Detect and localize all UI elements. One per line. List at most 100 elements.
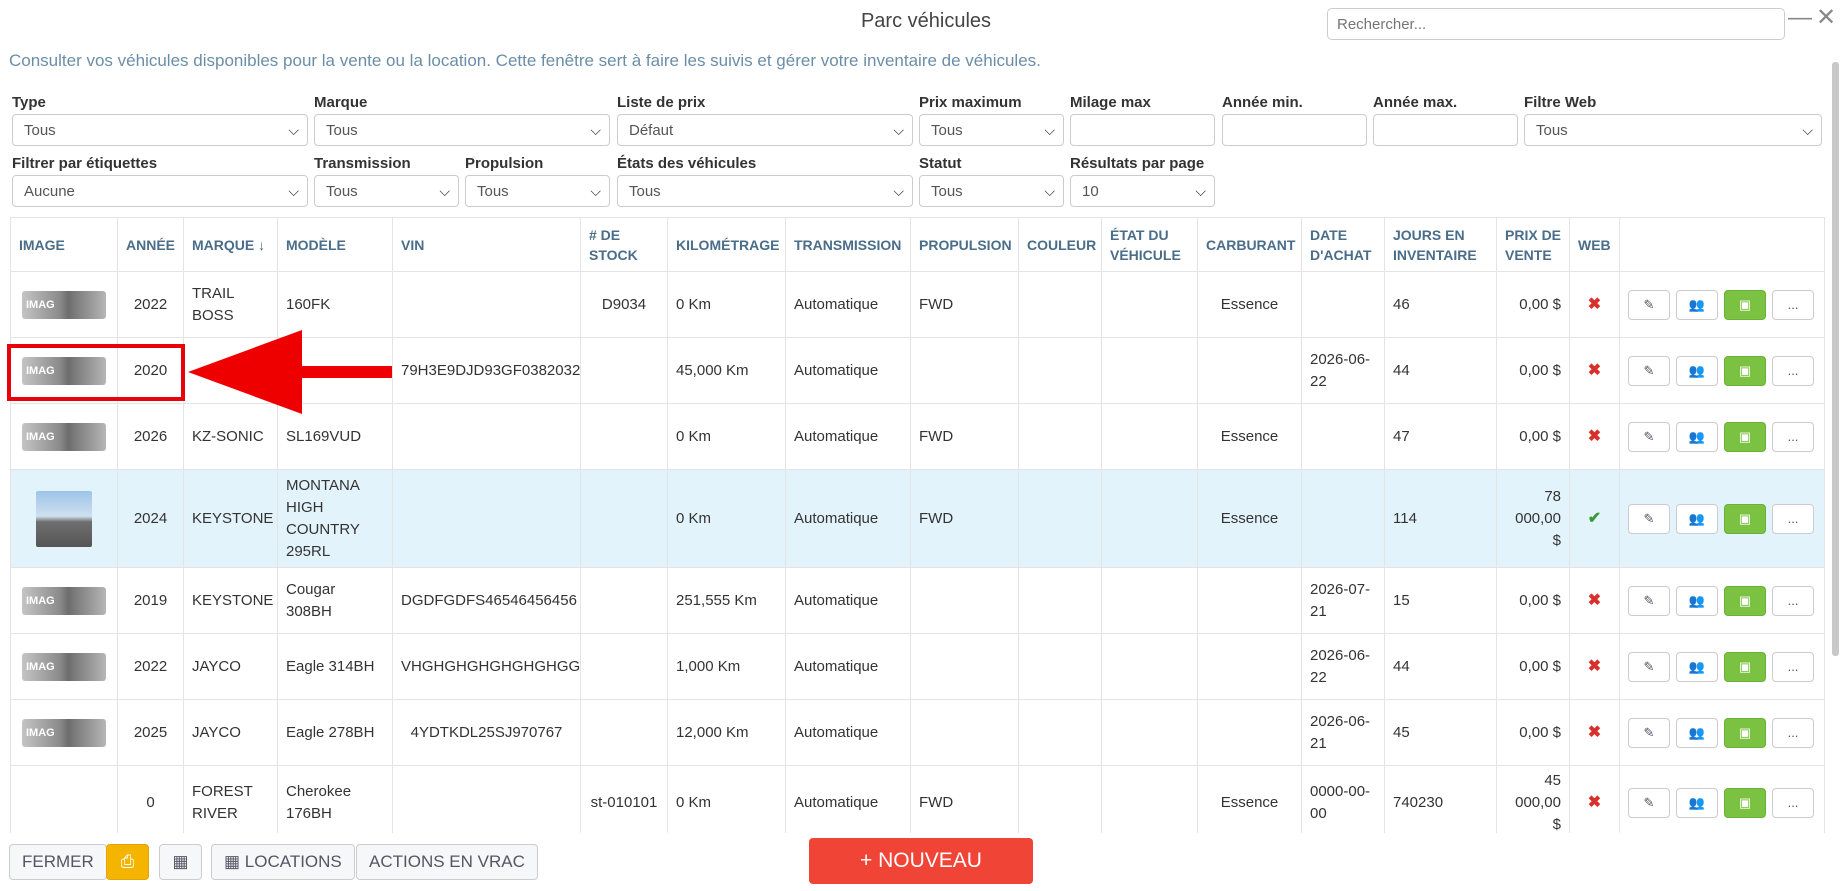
print-icon: ⎙ (120, 852, 135, 871)
table-row[interactable]: IMAG 2022 TRAIL BOSS 160FK D9034 0 Km Automati… (10, 271, 1825, 338)
edit-button[interactable]: ✎ (1628, 421, 1670, 452)
nouveau-button[interactable]: + NOUVEAU (809, 838, 1033, 884)
table-row[interactable]: IMAG 2025 JAYCO Eagle 278BH 4YDTKDL25SJ97076… (10, 699, 1825, 766)
cell-prix: 0,00 $ (1496, 699, 1570, 766)
cell-couleur (1018, 633, 1102, 700)
more-button[interactable]: ... (1772, 788, 1814, 818)
filter-transmission-select[interactable]: Tous ⌵ (314, 175, 459, 207)
edit-button[interactable]: ✎ (1628, 717, 1670, 748)
col-transmission[interactable]: TRANSMISSION (785, 217, 911, 272)
table-row[interactable]: IMAG 2022 JAYCO Eagle 314BH VHGHGHGHGHGHGHGG… (10, 633, 1825, 700)
col-km[interactable]: KILOMÉTRAGE (667, 217, 786, 272)
col-prix[interactable]: PRIX DE VENTE (1496, 217, 1570, 272)
customers-button[interactable]: 👥 (1676, 421, 1718, 452)
customers-button[interactable]: 👥 (1676, 788, 1718, 818)
money-button[interactable]: ▣ (1724, 717, 1766, 748)
filter-propulsion-select[interactable]: Tous ⌵ (465, 175, 610, 207)
col-couleur[interactable]: COULEUR (1018, 217, 1102, 272)
web-status-icon: ✖ (1569, 765, 1620, 833)
more-button[interactable]: ... (1772, 651, 1814, 682)
filter-type-select[interactable]: Tous ⌵ (12, 114, 308, 146)
vehicle-thumbnail[interactable]: IMAG (22, 652, 106, 681)
col-etat[interactable]: ÉTAT DU VÉHICULE (1101, 217, 1198, 272)
filter-liste-prix-select[interactable]: Défaut ⌵ (617, 114, 913, 146)
table-row[interactable]: 0 FOREST RIVER Cherokee 176BH st-010101 0 Km… (10, 765, 1825, 833)
minimize-icon[interactable]: — (1788, 6, 1812, 30)
filter-marque-select[interactable]: Tous ⌵ (314, 114, 610, 146)
cell-marque: KEYSTONE (183, 567, 278, 634)
image-cell[interactable]: IMAG (10, 567, 118, 634)
fermer-button[interactable]: FERMER (9, 844, 107, 880)
edit-button[interactable]: ✎ (1628, 503, 1670, 534)
col-annee[interactable]: ANNÉE (117, 217, 184, 272)
cell-modele: 160FK (277, 271, 393, 338)
filter-etiquettes-select[interactable]: Aucune ⌵ (12, 175, 308, 207)
more-button[interactable]: ... (1772, 585, 1814, 616)
filter-annee-min-input[interactable] (1222, 114, 1367, 146)
more-button[interactable]: ... (1772, 355, 1814, 386)
more-button[interactable]: ... (1772, 503, 1814, 534)
more-button[interactable]: ... (1772, 289, 1814, 320)
print-button[interactable]: ⎙ (106, 844, 149, 880)
actions-vrac-button[interactable]: ACTIONS EN VRAC (356, 844, 538, 880)
filter-milage-input[interactable] (1070, 114, 1215, 146)
locations-button[interactable]: ▦ LOCATIONS (211, 844, 355, 880)
image-cell[interactable]: IMAG (10, 699, 118, 766)
customers-button[interactable]: 👥 (1676, 651, 1718, 682)
col-date-achat[interactable]: DATE D'ACHAT (1301, 217, 1385, 272)
col-modele[interactable]: MODÈLE (277, 217, 393, 272)
col-carburant[interactable]: CARBURANT (1197, 217, 1302, 272)
filter-web-select[interactable]: Tous ⌵ (1524, 114, 1822, 146)
edit-button[interactable]: ✎ (1628, 355, 1670, 386)
money-button[interactable]: ▣ (1724, 355, 1766, 386)
customers-button[interactable]: 👥 (1676, 355, 1718, 386)
search-input[interactable] (1327, 8, 1785, 40)
vehicle-thumbnail[interactable]: IMAG (22, 718, 106, 747)
scrollbar[interactable] (1832, 62, 1839, 656)
image-cell[interactable]: IMAG (10, 633, 118, 700)
customers-button[interactable]: 👥 (1676, 717, 1718, 748)
filter-statut-select[interactable]: Tous ⌵ (919, 175, 1064, 207)
vehicle-photo[interactable] (36, 490, 92, 547)
money-button[interactable]: ▣ (1724, 585, 1766, 616)
calendar-button[interactable]: ▦ (159, 844, 202, 880)
col-propulsion[interactable]: PROPULSION (910, 217, 1019, 272)
customers-button[interactable]: 👥 (1676, 585, 1718, 616)
edit-button[interactable]: ✎ (1628, 788, 1670, 818)
close-icon[interactable]: ✕ (1816, 6, 1836, 30)
money-button[interactable]: ▣ (1724, 421, 1766, 452)
col-stock[interactable]: # DE STOCK (580, 217, 668, 272)
table-row[interactable]: IMAG 2019 KEYSTONE Cougar 308BH DGDFGDFS4654… (10, 567, 1825, 634)
customers-button[interactable]: 👥 (1676, 289, 1718, 320)
col-vin[interactable]: VIN (392, 217, 581, 272)
col-marque[interactable]: MARQUE ↓ (183, 217, 278, 272)
money-button[interactable]: ▣ (1724, 651, 1766, 682)
table-row[interactable]: 2024 KEYSTONE MONTANA HIGH COUNTRY 295RL 0 … (10, 469, 1825, 568)
more-button[interactable]: ... (1772, 421, 1814, 452)
col-jours[interactable]: JOURS EN INVENTAIRE (1384, 217, 1497, 272)
vehicle-thumbnail[interactable]: IMAG (22, 422, 106, 451)
image-cell[interactable]: IMAG (10, 271, 118, 338)
edit-button[interactable]: ✎ (1628, 585, 1670, 616)
money-button[interactable]: ▣ (1724, 289, 1766, 320)
cell-etat (1101, 271, 1198, 338)
vehicle-thumbnail[interactable]: IMAG (22, 290, 106, 319)
edit-button[interactable]: ✎ (1628, 651, 1670, 682)
money-button[interactable]: ▣ (1724, 503, 1766, 534)
x-icon: ✖ (1587, 295, 1602, 313)
more-button[interactable]: ... (1772, 717, 1814, 748)
cell-jours: 44 (1384, 633, 1497, 700)
col-image[interactable]: IMAGE (10, 217, 118, 272)
vehicle-thumbnail[interactable]: IMAG (22, 586, 106, 615)
filter-resultats-select[interactable]: 10 ⌵ (1070, 175, 1215, 207)
image-cell[interactable]: IMAG (10, 403, 118, 470)
edit-button[interactable]: ✎ (1628, 289, 1670, 320)
customers-button[interactable]: 👥 (1676, 503, 1718, 534)
filter-prix-max-select[interactable]: Tous ⌵ (919, 114, 1064, 146)
money-button[interactable]: ▣ (1724, 788, 1766, 818)
filter-etats-select[interactable]: Tous ⌵ (617, 175, 913, 207)
col-web[interactable]: WEB (1569, 217, 1620, 272)
image-cell[interactable] (10, 469, 118, 568)
cell-stock (580, 337, 668, 404)
filter-annee-max-input[interactable] (1373, 114, 1518, 146)
